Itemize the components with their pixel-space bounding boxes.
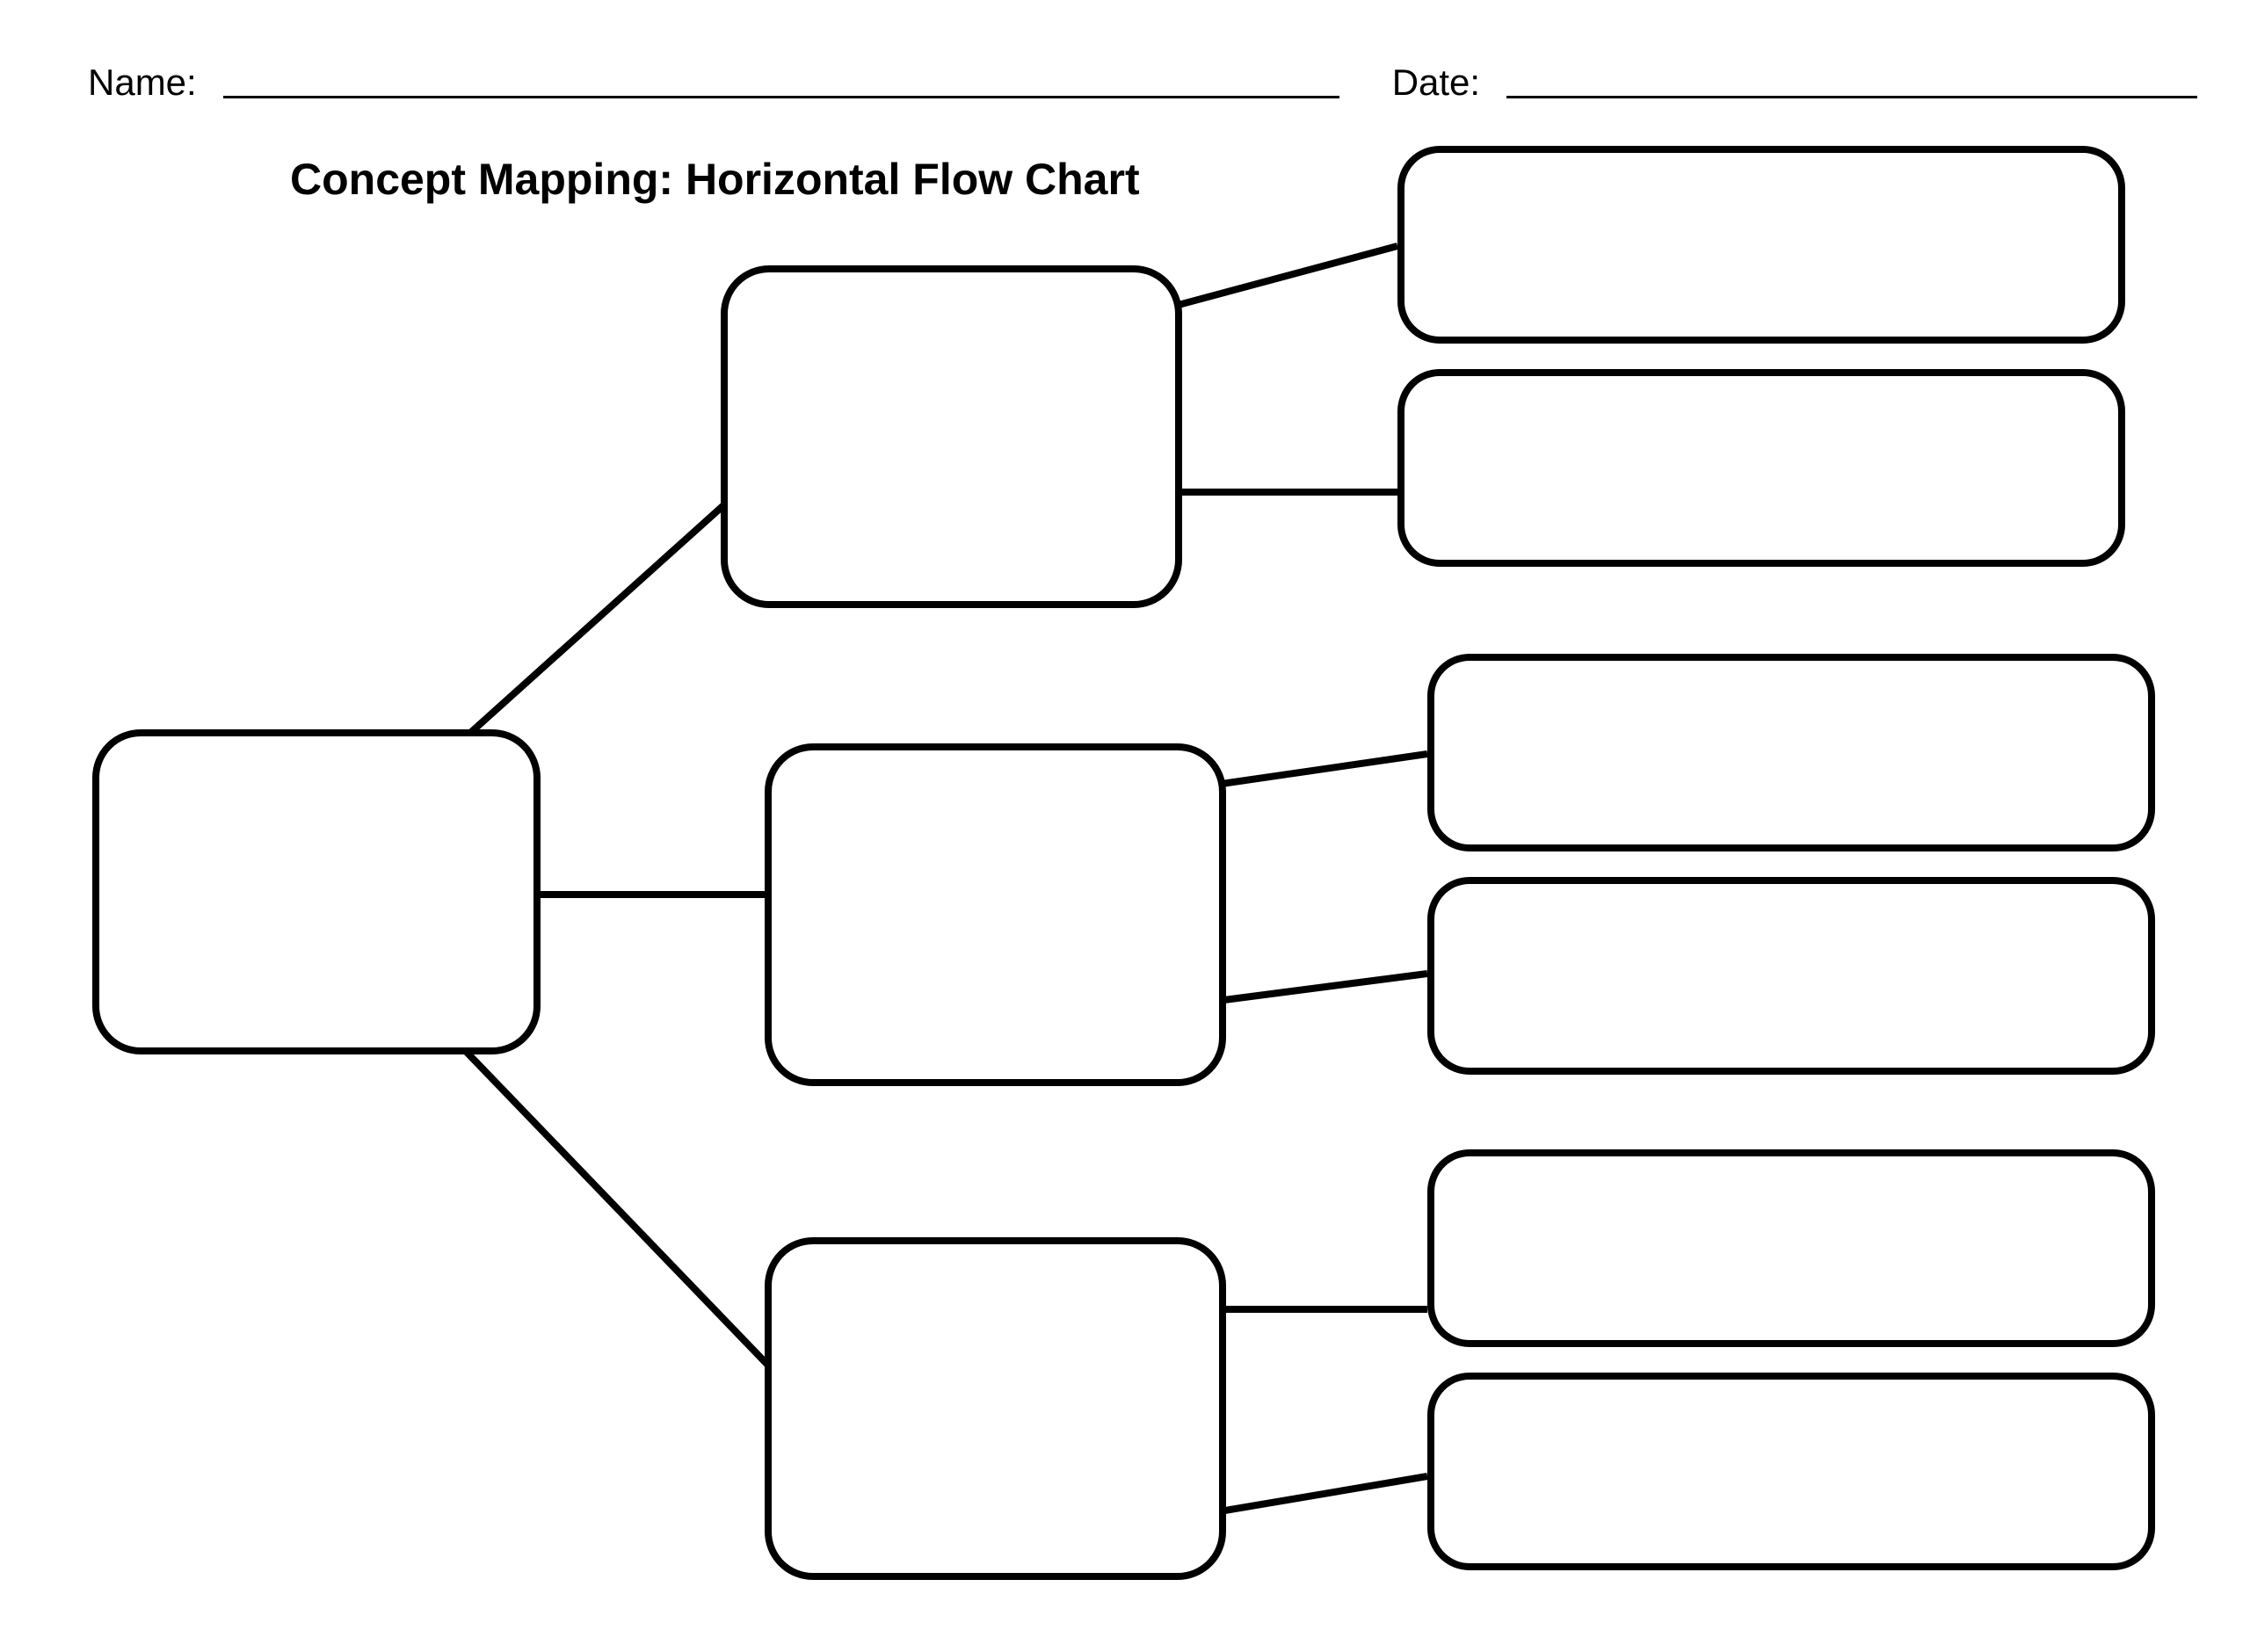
level3-box-2[interactable] (1397, 369, 2125, 567)
level2-box-3[interactable] (765, 1237, 1226, 1580)
worksheet: Name: Date: Concept Mapping: Horizontal … (0, 0, 2250, 1652)
level3-box-3[interactable] (1427, 654, 2155, 851)
level2-box-2[interactable] (765, 743, 1226, 1086)
level3-box-5[interactable] (1427, 1149, 2155, 1347)
root-box[interactable] (92, 729, 541, 1054)
level2-box-1[interactable] (721, 265, 1182, 608)
level3-box-4[interactable] (1427, 877, 2155, 1075)
level3-box-1[interactable] (1397, 146, 2125, 344)
level3-box-6[interactable] (1427, 1373, 2155, 1570)
